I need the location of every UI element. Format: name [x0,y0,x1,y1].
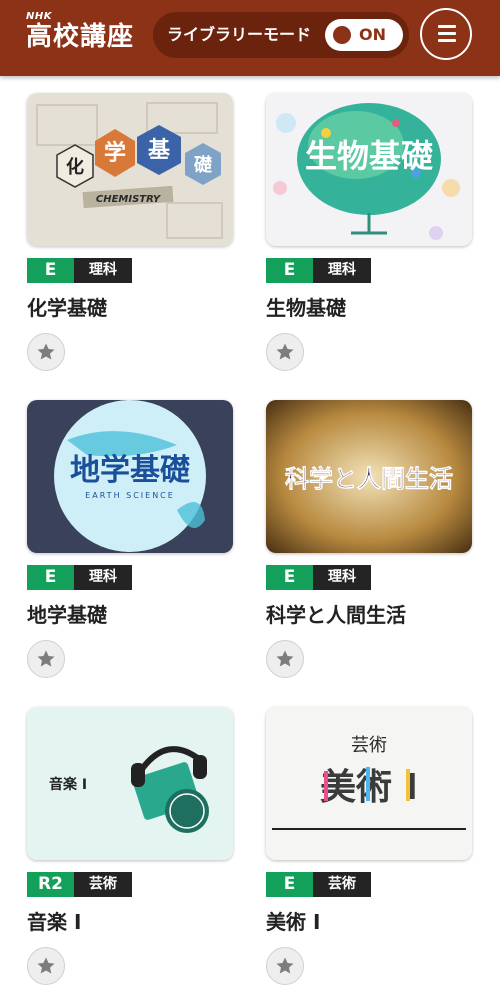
favorite-button[interactable] [266,640,304,678]
program-badge: R2 芸術 [27,872,132,897]
star-icon [276,650,294,667]
thumb-art-title: 音楽 I [49,776,87,793]
channel-badge: R2 [27,872,74,897]
thumb-art-subtitle: CHEMISTRY [96,194,162,205]
menu-button[interactable] [420,8,472,60]
nhk-koukou-kouza-logo[interactable]: NHK 高校講座 [26,11,135,53]
thumb-art-title: 生物基礎 [305,137,433,175]
star-icon [276,957,294,974]
channel-badge: E [266,872,313,897]
program-badge: E 理科 [266,565,371,590]
thumb-art-title: 地学基礎 [70,453,190,488]
program-thumbnail[interactable]: 科学と人間生活 [266,400,472,553]
program-thumbnail[interactable]: 芸術 美術 I [266,707,472,860]
channel-badge: E [27,565,74,590]
subject-badge: 理科 [74,565,132,590]
favorite-button[interactable] [27,947,65,985]
program-title[interactable]: 科学と人間生活 [266,602,406,628]
subject-badge: 芸術 [313,872,371,897]
subject-badge: 理科 [313,258,371,283]
library-mode-toggle[interactable]: ON [325,19,403,51]
program-badge: E 理科 [27,565,132,590]
star-icon [276,343,294,360]
thumb-art-char-4: 礎 [193,154,212,176]
hamburger-menu-icon-bar [438,39,456,42]
program-badge: E 理科 [266,258,371,283]
program-title[interactable]: 美術 I [266,909,320,935]
favorite-button[interactable] [27,333,65,371]
thumb-art-char-2: 学 [104,140,126,166]
library-mode-control: ライブラリーモード ON [153,12,409,58]
toggle-state-text: ON [359,25,386,44]
program-badge: E 理科 [27,258,132,283]
logo-nhk-text: NHK [26,11,52,22]
subject-badge: 理科 [74,258,132,283]
program-thumbnail[interactable]: 化 学 基 礎 CHEMISTRY [27,93,233,246]
hamburger-menu-icon [438,25,456,28]
thumb-art-char-1: 化 [66,156,84,178]
thumb-art-small: 芸術 [351,735,387,756]
star-icon [37,957,55,974]
subject-badge: 芸術 [74,872,132,897]
thumb-art-title: 科学と人間生活 [285,465,453,493]
logo-title-text: 高校講座 [26,22,135,52]
thumb-art-subtitle: EARTH SCIENCE [85,491,175,500]
program-title[interactable]: 地学基礎 [27,602,107,628]
channel-badge: E [266,258,313,283]
library-mode-label: ライブラリーモード [167,25,312,44]
app-header: NHK 高校講座 ライブラリーモード ON [0,0,500,76]
star-icon [37,650,55,667]
program-thumbnail[interactable]: 地学基礎 EARTH SCIENCE [27,400,233,553]
hamburger-menu-icon-bar [438,32,456,35]
program-title[interactable]: 音楽 I [27,909,81,935]
program-title[interactable]: 化学基礎 [27,295,107,321]
subject-badge: 理科 [313,565,371,590]
program-badge: E 芸術 [266,872,371,897]
channel-badge: E [27,258,74,283]
star-icon [37,343,55,360]
program-title[interactable]: 生物基礎 [266,295,346,321]
program-thumbnail[interactable]: 生物基礎 [266,93,472,246]
favorite-button[interactable] [27,640,65,678]
favorite-button[interactable] [266,947,304,985]
toggle-knob [333,26,351,44]
channel-badge: E [266,565,313,590]
favorite-button[interactable] [266,333,304,371]
program-thumbnail[interactable]: 音楽 I [27,707,233,860]
thumb-art-char-3: 基 [148,138,171,163]
